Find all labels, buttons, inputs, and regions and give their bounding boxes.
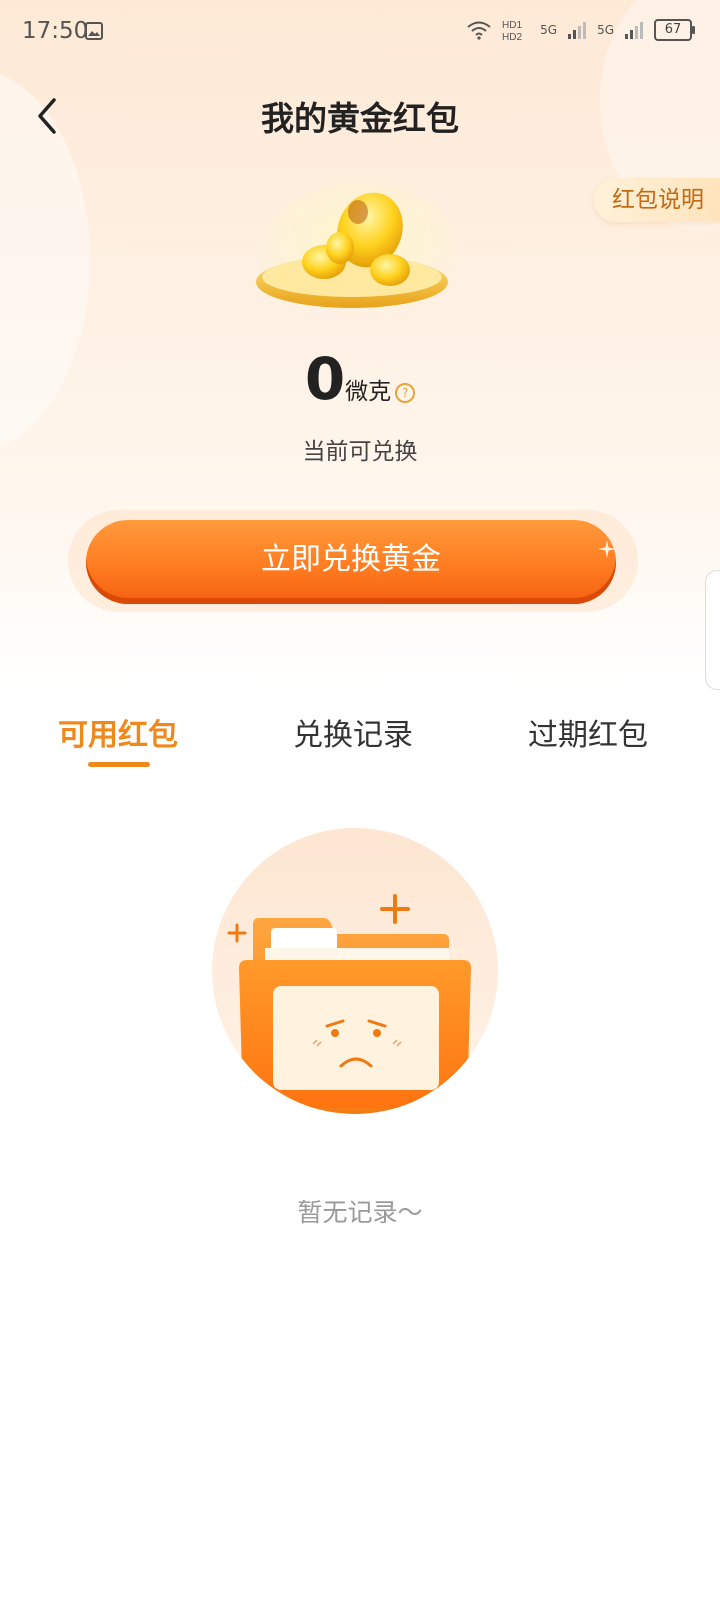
gold-balance: 0微克? [0, 345, 720, 413]
balance-unit: 微克 [345, 379, 392, 405]
svg-text:HD1: HD1 [502, 20, 522, 31]
wifi-icon [467, 21, 491, 40]
battery-icon: 67 [654, 19, 695, 41]
page-title: 我的黄金红包 [261, 99, 459, 138]
signal-icon [568, 22, 587, 39]
balance-value: 0 [304, 345, 346, 413]
sparkle-icon [598, 540, 616, 558]
empty-state-message: 暂无记录～ [297, 1198, 423, 1227]
status-time: 17:50 [22, 18, 89, 44]
network-type-1: 5G [540, 23, 558, 37]
network-type-2: 5G [597, 23, 614, 37]
gallery-notification-icon [85, 22, 103, 40]
signal-icon [625, 22, 643, 39]
tab-bar: 可用红包 兑换记录 过期红包 [0, 700, 720, 780]
tab-expired-red-packets[interactable]: 过期红包 [528, 710, 648, 754]
tab-available-red-packets[interactable]: 可用红包 [58, 710, 178, 754]
svg-text:HD2: HD2 [502, 32, 522, 42]
active-tab-indicator [88, 762, 150, 767]
hd-icon: HD1 HD2 [502, 20, 522, 42]
balance-caption: 当前可兑换 [302, 439, 418, 465]
side-drawer-handle[interactable] [705, 570, 720, 690]
empty-folder-illustration [212, 828, 498, 1114]
gold-bean-illustration [256, 182, 460, 318]
red-packet-info-link[interactable]: 红包说明 [594, 178, 720, 222]
help-circle-icon[interactable]: ? [395, 383, 416, 403]
tab-exchange-records[interactable]: 兑换记录 [293, 710, 413, 754]
status-bar: 17:50 HD1 HD2 5G 5G 67 [0, 0, 720, 62]
exchange-gold-button[interactable]: 立即兑换黄金 [86, 520, 616, 604]
